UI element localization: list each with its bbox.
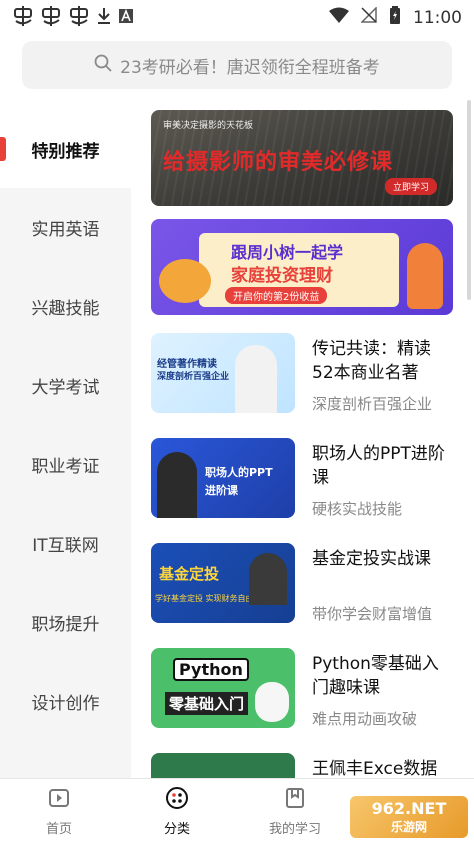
sidebar-item-hobby-skills[interactable]: 兴趣技能 <box>0 267 131 345</box>
home-play-icon <box>47 786 71 814</box>
banner-subtitle: 开启你的第2份收益 <box>225 287 328 304</box>
course-subtitle: 带你学会财富增值 <box>312 605 433 623</box>
watermark-line-2: 乐游网 <box>390 820 427 834</box>
sidebar-item-it-internet[interactable]: IT互联网 <box>0 504 131 582</box>
course-item[interactable]: 基金定投 学好基金定投 实现财务自由 基金定投实战课 带你学会财富增值 <box>151 543 461 633</box>
app-notification-icon <box>12 6 34 31</box>
thumb-text-1: Python <box>173 658 249 681</box>
tab-label: 我的学习 <box>268 821 321 837</box>
course-item[interactable]: Python 零基础入门 Python零基础入门趣味课 难点用动画攻破 <box>151 648 461 738</box>
category-icon <box>165 786 189 814</box>
course-thumbnail: 基金定投 学好基金定投 实现财务自由 <box>151 543 295 623</box>
mascot-illustration <box>255 682 289 722</box>
sidebar-item-label: 设计创作 <box>31 693 100 714</box>
course-subtitle: 难点用动画攻破 <box>312 710 418 728</box>
thumb-text-1: 职场人的PPT <box>205 466 273 479</box>
course-title: 职场人的PPT进阶课 <box>312 444 445 488</box>
instructor-photo <box>157 452 197 518</box>
course-thumbnail <box>151 753 295 778</box>
sidebar-item-label: 职业考证 <box>31 456 100 477</box>
thumb-text-1: 基金定投 <box>159 565 220 583</box>
sidebar-item-practical-english[interactable]: 实用英语 <box>0 188 131 266</box>
course-thumbnail: Python 零基础入门 <box>151 648 295 728</box>
banner-finance[interactable]: 跟周小树一起学 家庭投资理财 开启你的第2份收益 <box>151 219 453 315</box>
sidebar-item-professional-certs[interactable]: 职业考证 <box>0 425 131 503</box>
sidebar-item-label: 实用英语 <box>31 219 100 240</box>
banner-photography[interactable]: 审美决定摄影的天花板 给摄影师的审美必修课 立即学习 <box>151 110 453 206</box>
thumb-text-2: 进阶课 <box>205 484 238 497</box>
sidebar-item-label: IT互联网 <box>32 535 99 556</box>
course-thumbnail: 经管著作精读 深度剖析百强企业 <box>151 333 295 413</box>
tab-label: 分类 <box>163 821 190 837</box>
app-notification-icon <box>40 6 62 31</box>
sidebar-item-career-growth[interactable]: 职场提升 <box>0 583 131 661</box>
clock-time: 11:00 <box>413 7 462 28</box>
wifi-icon <box>329 7 349 28</box>
app-notification-icon <box>68 6 90 31</box>
course-item[interactable]: 王佩丰Exce数据 <box>151 753 461 778</box>
course-title: 王佩丰Exce数据 <box>312 759 438 778</box>
scrollbar[interactable] <box>467 100 471 300</box>
character-illustration <box>407 243 443 309</box>
course-item[interactable]: 职场人的PPT 进阶课 职场人的PPT进阶课 硬核实战技能 <box>151 438 461 528</box>
thumb-text-2: 学好基金定投 实现财务自由 <box>155 594 254 603</box>
sidebar-item-label: 特别推荐 <box>31 141 100 162</box>
instructor-photo <box>249 553 287 605</box>
sidebar-item-design[interactable]: 设计创作 <box>0 662 131 740</box>
piggy-bank-illustration <box>159 259 211 303</box>
tab-my-learning[interactable]: 我的学习 <box>236 779 354 843</box>
sidebar-item-label: 职场提升 <box>31 614 100 635</box>
battery-charging-icon <box>389 6 401 29</box>
sidebar-item-college-exams[interactable]: 大学考试 <box>0 346 131 424</box>
sidebar-item-featured[interactable]: 特别推荐 <box>0 110 131 188</box>
course-subtitle: 深度剖析百强企业 <box>312 395 433 413</box>
system-icons: 11:00 <box>329 6 462 29</box>
banner-title-2: 家庭投资理财 <box>231 266 333 286</box>
thumb-text-1: 经管著作精读 <box>157 359 217 370</box>
search-placeholder: 23考研必看！唐迟领衔全程班备考 <box>120 57 380 78</box>
banner-title-1: 跟周小树一起学 <box>231 243 344 262</box>
course-subtitle: 硬核实战技能 <box>312 500 403 518</box>
tab-home[interactable]: 首页 <box>0 779 118 843</box>
no-signal-icon <box>360 6 377 28</box>
course-title: 基金定投实战课 <box>312 549 431 569</box>
category-sidebar: 特别推荐 实用英语 兴趣技能 大学考试 职业考证 IT互联网 职场提升 设计创作 <box>0 110 131 785</box>
bookmark-icon <box>283 786 307 814</box>
watermark-line-1: 962.NET <box>371 799 447 818</box>
banner-tag: 审美决定摄影的天花板 <box>163 121 254 131</box>
course-thumbnail: 职场人的PPT 进阶课 <box>151 438 295 518</box>
thumb-text-2: 深度剖析百强企业 <box>157 372 230 382</box>
course-item[interactable]: 经管著作精读 深度剖析百强企业 传记共读：精读52本商业名著 深度剖析百强企业 <box>151 333 461 423</box>
watermark-logo: 962.NET 乐游网 <box>350 796 468 838</box>
tab-category[interactable]: 分类 <box>118 779 236 843</box>
active-indicator <box>0 137 6 161</box>
font-a-icon <box>118 8 134 29</box>
status-bar: 11:00 <box>0 0 474 32</box>
banner-title: 给摄影师的审美必修课 <box>163 150 394 175</box>
banner-cta-button[interactable]: 立即学习 <box>384 178 437 195</box>
search-bar[interactable]: 23考研必看！唐迟领衔全程班备考 <box>22 41 452 89</box>
download-icon <box>96 7 112 30</box>
instructor-photo <box>235 345 277 413</box>
sidebar-item-label: 大学考试 <box>31 377 100 398</box>
course-title: 传记共读：精读52本商业名著 <box>312 339 431 383</box>
tab-label: 首页 <box>45 821 72 837</box>
search-icon <box>94 54 112 77</box>
thumb-text-2: 零基础入门 <box>165 692 249 715</box>
sidebar-item-label: 兴趣技能 <box>31 298 100 319</box>
course-title: Python零基础入门趣味课 <box>312 654 439 698</box>
notification-icons <box>12 6 134 31</box>
